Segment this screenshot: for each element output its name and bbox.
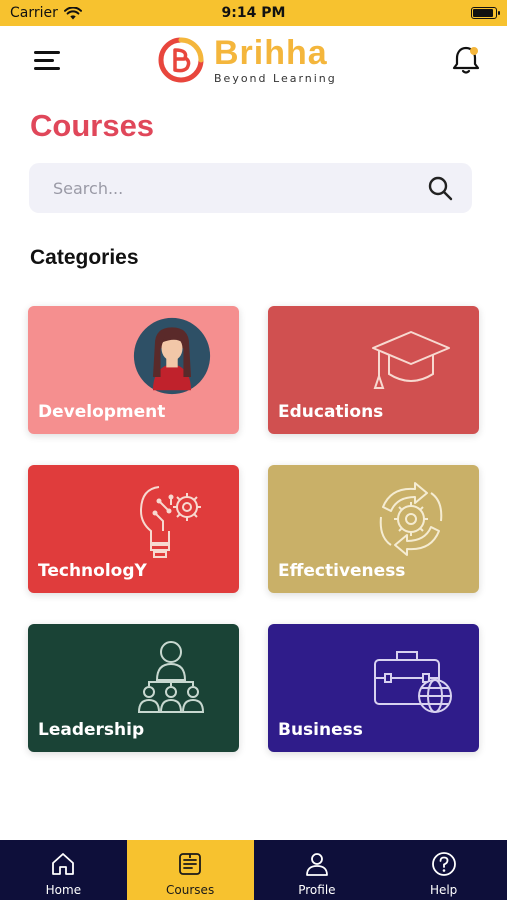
app-header: Brihha Beyond Learning (0, 26, 507, 98)
tab-label: Help (429, 883, 458, 897)
battery-icon (471, 7, 500, 19)
tab-profile[interactable]: Profile (254, 840, 381, 900)
category-card-educations[interactable]: Educations (268, 306, 479, 434)
bottom-tab-bar: Home Courses Profile Help (0, 840, 507, 900)
carrier-info: Carrier (10, 5, 82, 21)
carrier-label: Carrier (10, 5, 58, 21)
page-title: Courses (30, 108, 155, 143)
graduation-cap-icon (372, 331, 450, 389)
briefcase-globe-icon (374, 651, 452, 713)
search-bar (29, 163, 472, 213)
tab-label: Courses (166, 883, 215, 897)
brand-logo: Brihha Beyond Learning (158, 36, 337, 84)
tab-help[interactable]: Help (380, 840, 507, 900)
category-label: Educations (278, 402, 384, 422)
notification-bell-button[interactable] (448, 42, 484, 78)
category-label: Business (278, 720, 363, 740)
wifi-icon (63, 6, 82, 19)
team-leader-icon (137, 641, 205, 713)
category-card-effectiveness[interactable]: Effectiveness (268, 465, 479, 593)
tab-label: Profile (298, 883, 336, 897)
lightbulb-gear-icon (139, 486, 201, 558)
notification-dot (470, 47, 478, 55)
question-icon (431, 852, 456, 876)
gear-cycle-icon (379, 482, 443, 556)
logo-title: Brihha (214, 34, 328, 72)
category-card-technology[interactable]: TechnologY (28, 465, 239, 593)
search-icon[interactable] (426, 174, 454, 202)
person-avatar-icon (133, 317, 211, 395)
category-card-development[interactable]: Development (28, 306, 239, 434)
category-label: Effectiveness (278, 561, 406, 581)
category-label: Leadership (38, 720, 145, 740)
tab-home[interactable]: Home (0, 840, 127, 900)
tab-courses[interactable]: Courses (126, 840, 254, 900)
person-icon (305, 853, 328, 876)
logo-subtitle: Beyond Learning (214, 72, 337, 85)
search-input[interactable] (53, 178, 426, 198)
category-label: TechnologY (38, 561, 147, 581)
status-bar: Carrier 9:14 PM (0, 0, 507, 26)
battery-indicator (471, 7, 500, 19)
hamburger-menu-icon[interactable] (34, 48, 62, 74)
category-card-leadership[interactable]: Leadership (28, 624, 239, 752)
book-icon (179, 853, 202, 875)
home-icon (52, 853, 75, 875)
category-card-business[interactable]: Business (268, 624, 479, 752)
tab-label: Home (45, 883, 82, 897)
categories-heading: Categories (30, 246, 139, 269)
category-label: Development (38, 402, 166, 422)
brihha-logo-icon (158, 37, 204, 83)
battery-level (473, 9, 493, 17)
bell-icon (452, 46, 480, 74)
